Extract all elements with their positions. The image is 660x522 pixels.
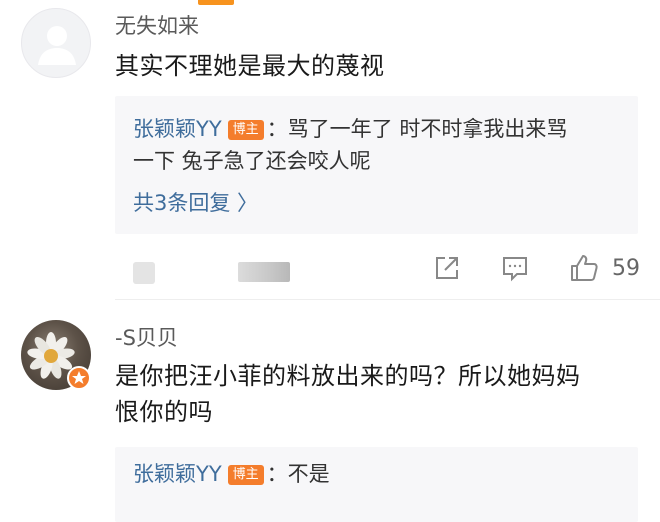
comment-icon[interactable]: [500, 253, 530, 283]
blurred-element: [133, 262, 155, 284]
comment-text: 是你把汪小菲的料放出来的吗？所以她妈妈: [115, 362, 581, 390]
share-icon[interactable]: [432, 253, 462, 283]
username[interactable]: 无失如来: [115, 10, 199, 40]
blogger-badge: 博主: [227, 465, 264, 485]
like-count: 59: [612, 256, 640, 281]
top-indicator: [198, 0, 234, 5]
reply-text: 骂了一年了 时不时拿我出来骂: [287, 117, 568, 141]
reply-separator: ：: [266, 117, 288, 141]
username[interactable]: -S贝贝: [115, 322, 178, 352]
comment-text: 其实不理她是最大的蔑视: [115, 52, 385, 80]
verified-badge-icon: [67, 366, 91, 390]
blurred-element: [238, 262, 290, 282]
thumbs-up-icon[interactable]: [568, 252, 598, 282]
reply-author[interactable]: 张颖颖YY: [133, 462, 222, 486]
divider: [115, 299, 660, 300]
blogger-badge: 博主: [227, 120, 264, 140]
reply-author[interactable]: 张颖颖YY: [133, 117, 222, 141]
reply-box[interactable]: 张颖颖YY 博主 ：不是: [115, 447, 638, 522]
comment-text-continued: 恨你的吗: [115, 398, 213, 426]
reply-line: 张颖颖YY 博主 ：骂了一年了 时不时拿我出来骂: [133, 112, 567, 146]
reply-text-continued: 一下 兔子急了还会咬人呢: [133, 149, 371, 173]
reply-line: 张颖颖YY 博主 ：不是: [133, 457, 330, 491]
reply-text: 不是: [287, 462, 330, 486]
avatar[interactable]: [21, 8, 91, 78]
reply-box[interactable]: 张颖颖YY 博主 ：骂了一年了 时不时拿我出来骂 一下 兔子急了还会咬人呢 共3条回…: [115, 96, 638, 234]
comment-actions: 59: [0, 250, 660, 290]
reply-separator: ：: [266, 462, 288, 486]
more-replies-link[interactable]: 共3条回复 〉: [133, 186, 258, 220]
